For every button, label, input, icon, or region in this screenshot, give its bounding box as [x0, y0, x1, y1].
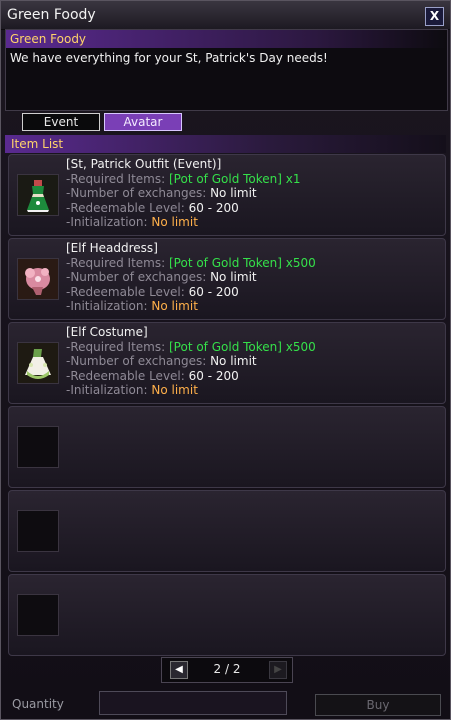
required-items-label: -Required Items:	[66, 255, 169, 270]
exchanges-label: -Number of exchanges:	[66, 354, 211, 369]
item-slot[interactable]: [Elf Headdress] -Required Items: [Pot of…	[8, 238, 446, 320]
required-items-label: -Required Items:	[66, 339, 169, 354]
green-dress-icon	[17, 174, 59, 216]
empty-icon-slot	[17, 426, 59, 468]
required-items-value: [Pot of Gold Token] x500	[168, 255, 316, 270]
item-info: [Elf Headdress] -Required Items: [Pot of…	[66, 241, 316, 314]
exchanges-value: No limit	[210, 186, 257, 201]
exchanges-value: No limit	[210, 270, 257, 285]
item-name: [Elf Costume]	[66, 325, 148, 339]
required-items-value: [Pot of Gold Token] x500	[168, 339, 316, 354]
level-value: 60 - 200	[188, 200, 239, 215]
initialization-value: No limit	[151, 299, 198, 314]
triangle-right-icon[interactable]: ▶	[269, 661, 287, 679]
title-bar[interactable]: Green Foody X	[1, 1, 450, 30]
npc-dialog-text: We have everything for your St, Patrick'…	[10, 51, 328, 65]
level-label: -Redeemable Level:	[66, 284, 189, 299]
window-title: Green Foody	[7, 7, 96, 23]
level-label: -Redeemable Level:	[66, 368, 189, 383]
level-value: 60 - 200	[188, 284, 239, 299]
white-green-dress-icon	[17, 342, 59, 384]
empty-icon-slot	[17, 594, 59, 636]
level-label: -Redeemable Level:	[66, 200, 189, 215]
exchanges-label: -Number of exchanges:	[66, 270, 211, 285]
tab-event[interactable]: Event	[22, 113, 100, 131]
pagination: ◀ 2 / 2 ▶	[161, 657, 293, 683]
pink-headdress-icon	[17, 258, 59, 300]
empty-item-slot	[8, 574, 446, 656]
npc-shop-window: Green Foody X Green Foody We have everyt…	[0, 0, 451, 720]
item-name: [Elf Headdress]	[66, 241, 158, 255]
item-info: [St, Patrick Outfit (Event)] -Required I…	[66, 157, 301, 230]
npc-dialog-box: Green Foody We have everything for your …	[5, 29, 448, 111]
item-list-header: Item List	[5, 135, 446, 153]
exchanges-value: No limit	[210, 354, 257, 369]
initialization-value: No limit	[151, 383, 198, 398]
empty-item-slot	[8, 490, 446, 572]
item-slot[interactable]: [St, Patrick Outfit (Event)] -Required I…	[8, 154, 446, 236]
close-button[interactable]: X	[425, 7, 444, 26]
quantity-label: Quantity	[12, 697, 64, 711]
npc-name: Green Foody	[6, 30, 447, 48]
tab-avatar[interactable]: Avatar	[104, 113, 182, 131]
level-value: 60 - 200	[188, 368, 239, 383]
empty-icon-slot	[17, 510, 59, 552]
initialization-label: -Initialization:	[66, 215, 152, 230]
tab-bar: Event Avatar	[1, 113, 450, 131]
empty-item-slot	[8, 406, 446, 488]
initialization-value: No limit	[151, 215, 198, 230]
required-items-label: -Required Items:	[66, 171, 169, 186]
initialization-label: -Initialization:	[66, 299, 152, 314]
exchanges-label: -Number of exchanges:	[66, 186, 211, 201]
initialization-label: -Initialization:	[66, 383, 152, 398]
item-info: [Elf Costume] -Required Items: [Pot of G…	[66, 325, 316, 398]
buy-button[interactable]: Buy	[315, 694, 441, 716]
item-slot[interactable]: [Elf Costume] -Required Items: [Pot of G…	[8, 322, 446, 404]
required-items-value: [Pot of Gold Token] x1	[168, 171, 301, 186]
quantity-input[interactable]	[99, 691, 287, 715]
item-name: [St, Patrick Outfit (Event)]	[66, 157, 222, 171]
